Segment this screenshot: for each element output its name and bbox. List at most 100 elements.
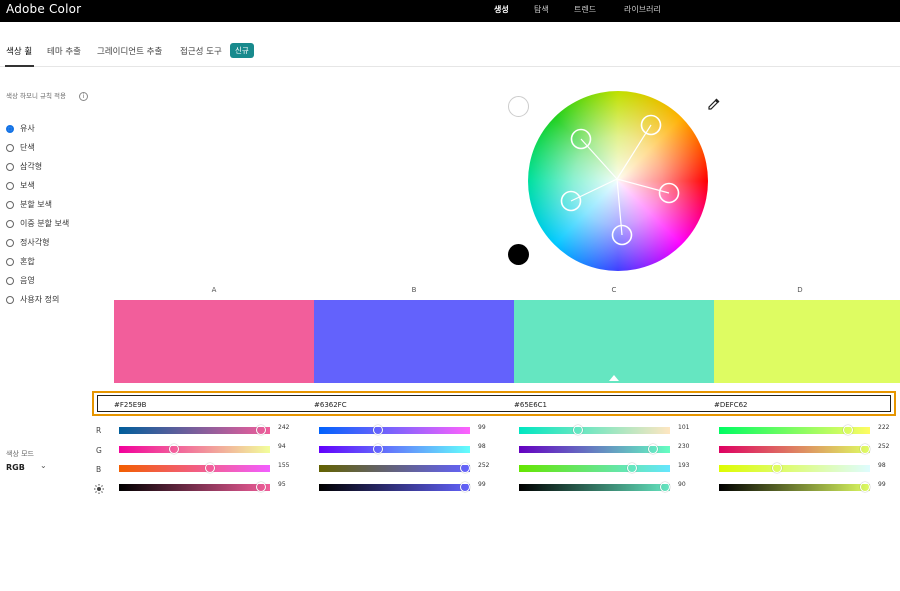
value-b-green[interactable]: 98	[478, 443, 486, 450]
radio-icon[interactable]	[6, 200, 14, 209]
brand-logo[interactable]: Adobe Color	[6, 2, 81, 16]
tab-extract-theme[interactable]: 테마 추출	[47, 45, 81, 57]
slider-knob[interactable]	[373, 444, 383, 454]
slider-c-brightness[interactable]	[519, 482, 670, 492]
info-icon[interactable]: i	[79, 92, 88, 101]
slider-knob[interactable]	[660, 482, 670, 492]
value-b-red[interactable]: 99	[478, 424, 486, 431]
value-a-blue[interactable]: 155	[278, 462, 289, 469]
value-d-red[interactable]: 222	[878, 424, 889, 431]
value-d-blue[interactable]: 98	[878, 462, 886, 469]
hex-input-a[interactable]: #F25E9B	[114, 401, 146, 409]
value-c-brightness[interactable]: 90	[678, 481, 686, 488]
rule-analogous[interactable]: 유사	[6, 123, 35, 134]
slider-knob[interactable]	[256, 482, 266, 492]
radio-checked-icon[interactable]	[6, 124, 14, 133]
tab-extract-gradient[interactable]: 그레이디언트 추출	[97, 45, 162, 57]
slider-b-green[interactable]	[319, 444, 470, 454]
swatch-b[interactable]	[314, 300, 514, 383]
swatch-a[interactable]	[114, 300, 314, 383]
rule-shades[interactable]: 음영	[6, 275, 35, 286]
slider-d-green[interactable]	[719, 444, 870, 454]
tab-accessibility-tools[interactable]: 접근성 도구	[180, 45, 222, 57]
nav-libraries[interactable]: 라이브러리	[624, 4, 661, 15]
swatch-c[interactable]	[514, 300, 714, 383]
rule-label: 삼각형	[20, 162, 43, 171]
radio-icon[interactable]	[6, 181, 14, 190]
slider-a-brightness[interactable]	[119, 482, 270, 492]
radio-icon[interactable]	[6, 219, 14, 228]
rule-square[interactable]: 정사각형	[6, 237, 49, 248]
rule-label: 유사	[20, 124, 35, 133]
chevron-down-icon[interactable]: ⌄	[40, 461, 47, 470]
harmony-rule-title: 색상 하모니 규칙 적용	[6, 92, 67, 100]
slider-knob[interactable]	[460, 482, 470, 492]
slider-knob[interactable]	[843, 425, 853, 435]
slider-a-green[interactable]	[119, 444, 270, 454]
value-a-green[interactable]: 94	[278, 443, 286, 450]
background-color-dot[interactable]	[508, 96, 529, 117]
hex-input-d[interactable]: #DEFC62	[714, 401, 748, 409]
color-mode-select[interactable]: RGB	[6, 463, 25, 472]
eyedropper-icon[interactable]	[707, 97, 721, 111]
slider-d-blue[interactable]	[719, 463, 870, 473]
radio-icon[interactable]	[6, 143, 14, 152]
slider-knob[interactable]	[627, 463, 637, 473]
swatch-label-b: B	[411, 286, 417, 294]
tab-color-wheel[interactable]: 색상 휠	[6, 45, 32, 57]
slider-knob[interactable]	[373, 425, 383, 435]
slider-a-red[interactable]	[119, 425, 270, 435]
value-a-brightness[interactable]: 95	[278, 481, 286, 488]
foreground-color-dot[interactable]	[508, 244, 529, 265]
hex-input-c[interactable]: #65E6C1	[514, 401, 547, 409]
channel-label-r: R	[96, 426, 102, 435]
value-c-green[interactable]: 230	[678, 443, 689, 450]
radio-icon[interactable]	[6, 276, 14, 285]
slider-d-red[interactable]	[719, 425, 870, 435]
slider-b-red[interactable]	[319, 425, 470, 435]
swatch-d[interactable]	[714, 300, 900, 383]
slider-knob[interactable]	[573, 425, 583, 435]
slider-b-blue[interactable]	[319, 463, 470, 473]
slider-knob[interactable]	[256, 425, 266, 435]
rule-label: 이중 분할 보색	[20, 219, 70, 228]
slider-a-blue[interactable]	[119, 463, 270, 473]
new-badge: 신규	[230, 43, 254, 58]
slider-knob[interactable]	[460, 463, 470, 473]
nav-explore[interactable]: 탐색	[534, 4, 549, 15]
rule-monochromatic[interactable]: 단색	[6, 142, 35, 153]
value-d-green[interactable]: 252	[878, 443, 889, 450]
radio-icon[interactable]	[6, 162, 14, 171]
radio-icon[interactable]	[6, 238, 14, 247]
nav-trends[interactable]: 트렌드	[574, 4, 596, 15]
radio-icon[interactable]	[6, 295, 14, 304]
slider-c-green[interactable]	[519, 444, 670, 454]
value-d-brightness[interactable]: 99	[878, 481, 886, 488]
slider-c-blue[interactable]	[519, 463, 670, 473]
value-b-blue[interactable]: 252	[478, 462, 489, 469]
rule-compound[interactable]: 혼합	[6, 256, 35, 267]
slider-c-red[interactable]	[519, 425, 670, 435]
radio-icon[interactable]	[6, 257, 14, 266]
slider-knob[interactable]	[772, 463, 782, 473]
slider-knob[interactable]	[860, 482, 870, 492]
hex-values-bar: #F25E9B #6362FC #65E6C1 #DEFC62	[92, 391, 896, 416]
value-b-brightness[interactable]: 99	[478, 481, 486, 488]
value-c-blue[interactable]: 193	[678, 462, 689, 469]
hex-input-b[interactable]: #6362FC	[314, 401, 347, 409]
slider-knob[interactable]	[205, 463, 215, 473]
rule-split-complementary[interactable]: 분할 보색	[6, 199, 52, 210]
slider-knob[interactable]	[860, 444, 870, 454]
value-c-red[interactable]: 101	[678, 424, 689, 431]
rule-complementary[interactable]: 보색	[6, 180, 35, 191]
slider-knob[interactable]	[648, 444, 658, 454]
rule-double-split-complementary[interactable]: 이중 분할 보색	[6, 218, 69, 229]
slider-d-brightness[interactable]	[719, 482, 870, 492]
rule-label: 정사각형	[20, 238, 50, 247]
slider-b-brightness[interactable]	[319, 482, 470, 492]
rule-custom[interactable]: 사용자 정의	[6, 294, 59, 305]
slider-knob[interactable]	[169, 444, 179, 454]
rule-triad[interactable]: 삼각형	[6, 161, 42, 172]
value-a-red[interactable]: 242	[278, 424, 289, 431]
nav-create[interactable]: 생성	[494, 4, 509, 15]
